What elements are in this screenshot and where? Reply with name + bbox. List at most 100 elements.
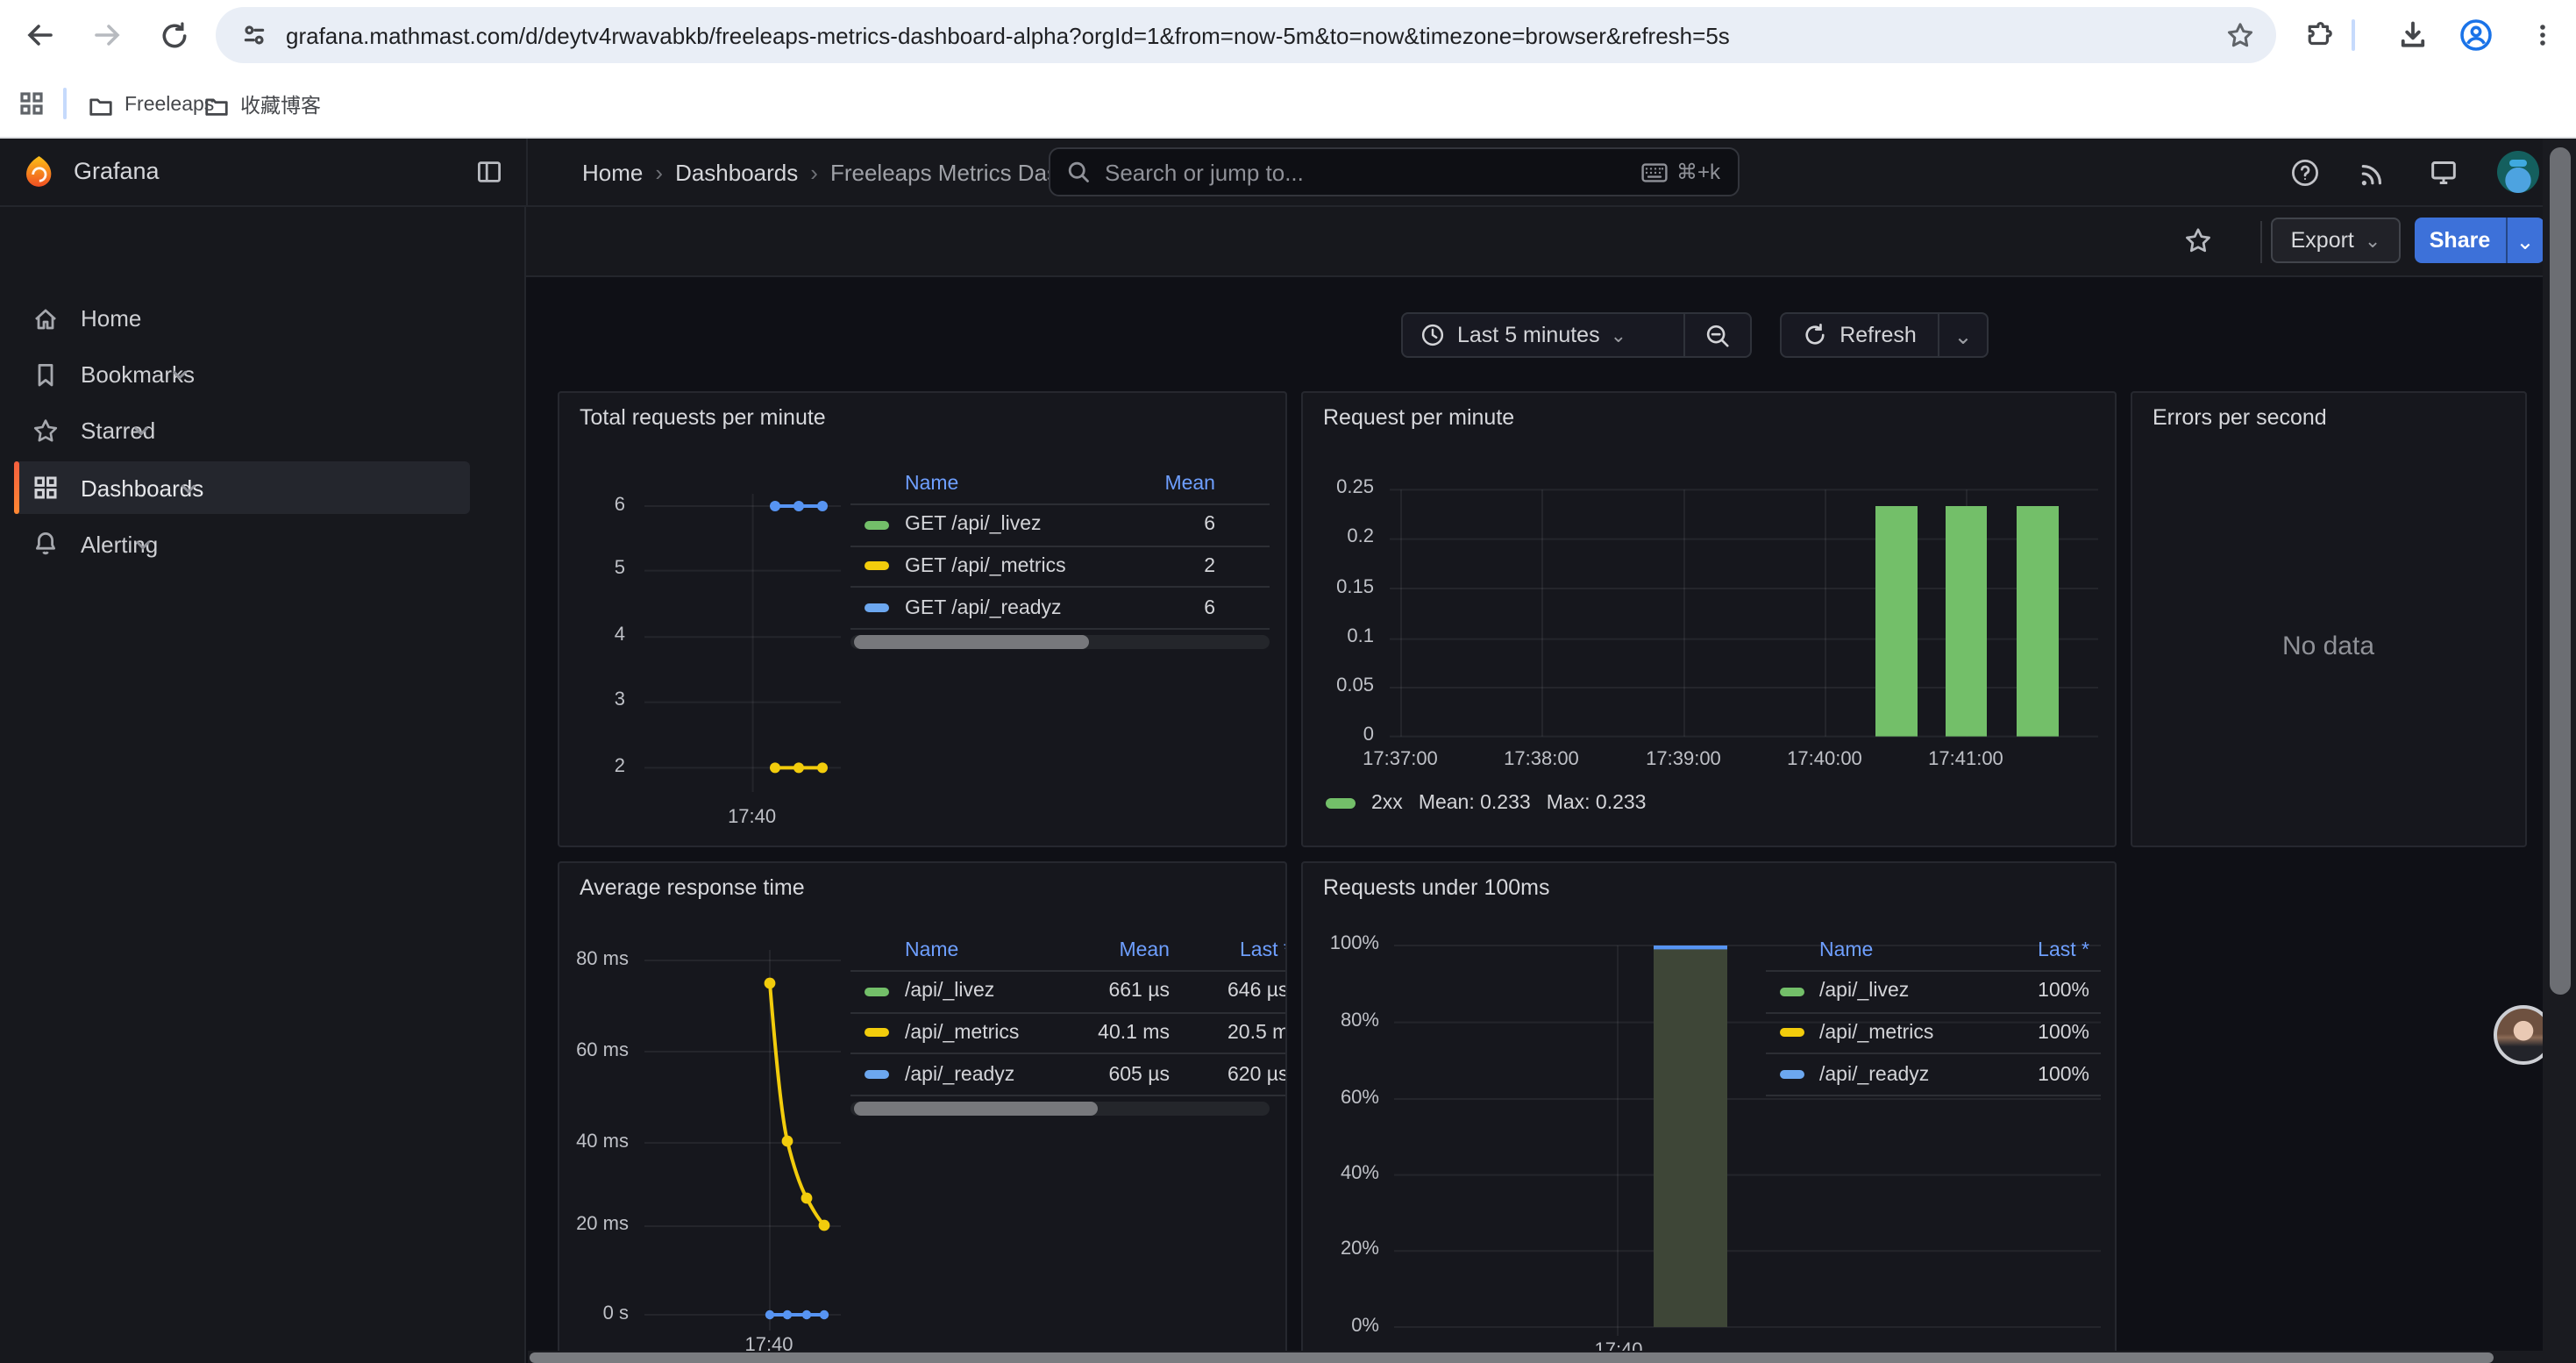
url-bar[interactable]: grafana.mathmast.com/d/deytv4rwavabkb/fr… bbox=[216, 7, 2276, 63]
panel-title[interactable]: Errors per second bbox=[2153, 404, 2327, 429]
refresh-button[interactable]: Refresh bbox=[1780, 312, 1939, 358]
refresh-icon bbox=[1803, 323, 1827, 347]
chevron-down-icon: ⌄ bbox=[1611, 324, 1626, 346]
favorite-star-icon[interactable] bbox=[2183, 225, 2213, 255]
sidebar-item-home[interactable]: Home bbox=[0, 292, 526, 345]
chevron-down-icon[interactable] bbox=[131, 421, 150, 440]
folder-icon bbox=[203, 92, 230, 118]
legend-table: Name Mean Last * /api/_livez 661 µs 646 … bbox=[850, 931, 1286, 1116]
sidebar-item-alerting[interactable]: Alerting bbox=[0, 517, 526, 570]
legend-header: Name Mean Last * bbox=[850, 931, 1286, 972]
y-tick: 0.1 bbox=[1302, 627, 1374, 648]
active-item-accent-bar bbox=[14, 461, 19, 514]
collapse-panel-icon[interactable] bbox=[475, 158, 503, 186]
rss-icon[interactable] bbox=[2359, 158, 2388, 188]
legend-scrollbar[interactable] bbox=[850, 635, 1270, 649]
bell-icon bbox=[32, 530, 60, 558]
grafana-app: Grafana Home › Dashboards › Freeleaps Me… bbox=[0, 139, 2576, 1363]
legend-max: Max: 0.233 bbox=[1547, 792, 1647, 813]
legend-col-mean[interactable]: Mean bbox=[1119, 940, 1170, 961]
legend-row[interactable]: /api/_metrics 100% bbox=[1766, 1013, 2100, 1054]
legend-series-name[interactable]: 2xx bbox=[1371, 792, 1403, 813]
time-range-picker[interactable]: Last 5 minutes ⌄ bbox=[1401, 312, 1685, 358]
y-tick: 0 bbox=[1302, 724, 1374, 746]
sidebar-item-dashboards[interactable]: Dashboards bbox=[0, 461, 526, 514]
profile-icon[interactable] bbox=[2459, 18, 2494, 53]
tune-icon[interactable] bbox=[240, 21, 268, 49]
legend-col-mean[interactable]: Mean bbox=[1164, 474, 1215, 495]
series-color-pill bbox=[1780, 1029, 1804, 1038]
bookmark-folder-blogs[interactable]: 收藏博客 bbox=[193, 86, 331, 125]
panel-total-requests: Total requests per minute 6 5 4 3 2 17:4… bbox=[557, 390, 1286, 846]
chevron-down-icon[interactable] bbox=[133, 534, 153, 553]
x-tick: 17:39:00 bbox=[1631, 749, 1736, 770]
legend-col-name[interactable]: Name bbox=[905, 474, 958, 495]
share-button[interactable]: Share bbox=[2415, 218, 2505, 263]
series-color-pill bbox=[865, 562, 889, 571]
legend-scrollbar[interactable] bbox=[850, 1102, 1270, 1116]
y-tick: 0.2 bbox=[1302, 527, 1374, 548]
apps-grid-icon[interactable] bbox=[14, 86, 49, 121]
breadcrumb-dashboards[interactable]: Dashboards bbox=[675, 159, 798, 185]
legend-row[interactable]: GET /api/_metrics 2 bbox=[850, 546, 1270, 588]
chevron-down-icon[interactable] bbox=[179, 478, 198, 497]
legend-row[interactable]: /api/_livez 661 µs 646 µs bbox=[850, 972, 1286, 1013]
legend-row[interactable]: /api/_livez 100% bbox=[1766, 972, 2100, 1013]
legend-row[interactable]: GET /api/_livez 6 bbox=[850, 505, 1270, 546]
extensions-icon[interactable] bbox=[2302, 18, 2338, 53]
export-button[interactable]: Export ⌄ bbox=[2271, 218, 2401, 263]
horizontal-scrollbar-thumb[interactable] bbox=[530, 1352, 2494, 1362]
legend-row[interactable]: /api/_readyz 100% bbox=[1766, 1055, 2100, 1096]
kebab-menu-icon[interactable] bbox=[2525, 18, 2560, 53]
y-tick: 0% bbox=[1302, 1315, 1379, 1336]
reload-icon[interactable] bbox=[156, 18, 191, 53]
x-tick: 17:40 bbox=[708, 806, 796, 827]
legend-row[interactable]: GET /api/_readyz 6 bbox=[850, 589, 1270, 630]
x-tick: 17:40:00 bbox=[1772, 749, 1877, 770]
vertical-scrollbar-thumb[interactable] bbox=[2549, 147, 2570, 995]
refresh-interval-dropdown[interactable]: ⌄ bbox=[1939, 312, 1989, 358]
chevron-down-icon[interactable] bbox=[170, 365, 189, 384]
keyboard-icon bbox=[1641, 162, 1668, 182]
share-button-group: Share ⌄ bbox=[2415, 218, 2544, 263]
time-range-group: Last 5 minutes ⌄ bbox=[1401, 312, 1752, 358]
chevron-down-icon: ⌄ bbox=[2365, 229, 2380, 252]
monitor-icon[interactable] bbox=[2429, 158, 2459, 188]
help-icon[interactable] bbox=[2290, 158, 2320, 188]
home-icon bbox=[32, 304, 60, 332]
search-icon bbox=[1066, 160, 1091, 184]
sidebar-item-bookmarks[interactable]: Bookmarks bbox=[0, 348, 526, 401]
bookmarks-bar: Freeleaps 收藏博客 bbox=[0, 70, 2576, 139]
y-tick: 0.05 bbox=[1302, 675, 1374, 696]
y-tick: 5 bbox=[559, 559, 625, 580]
zoom-out-button[interactable] bbox=[1685, 312, 1752, 358]
share-dropdown-button[interactable]: ⌄ bbox=[2505, 218, 2544, 263]
y-tick: 80 ms bbox=[559, 948, 629, 969]
legend-col-name[interactable]: Name bbox=[1819, 940, 1873, 961]
toolbar-divider bbox=[2352, 19, 2355, 51]
app-header: Grafana Home › Dashboards › Freeleaps Me… bbox=[0, 139, 2576, 206]
refresh-label: Refresh bbox=[1839, 323, 1917, 347]
breadcrumb-home[interactable]: Home bbox=[582, 159, 643, 185]
search-placeholder: Search or jump to... bbox=[1105, 159, 1304, 185]
legend-table: Name Last * /api/_livez 100% /api/_metri… bbox=[1766, 931, 2100, 1096]
download-icon[interactable] bbox=[2395, 18, 2430, 53]
legend-col-last[interactable]: Last * bbox=[1240, 940, 1286, 961]
bookmarks-divider bbox=[63, 88, 67, 119]
y-tick: 4 bbox=[559, 624, 625, 646]
no-data-message: No data bbox=[2131, 631, 2525, 660]
brand-title[interactable]: Grafana bbox=[74, 158, 160, 184]
bookmark-star-icon[interactable] bbox=[2225, 20, 2255, 50]
legend-col-last[interactable]: Last * bbox=[2038, 940, 2089, 961]
forward-icon[interactable] bbox=[89, 18, 125, 53]
user-avatar[interactable] bbox=[2497, 151, 2539, 193]
panel-avg-response-time: Average response time 80 ms 60 ms 40 ms … bbox=[557, 860, 1286, 1363]
grafana-logo[interactable] bbox=[21, 154, 56, 189]
legend-row[interactable]: /api/_readyz 605 µs 620 µs bbox=[850, 1055, 1286, 1096]
legend-col-name[interactable]: Name bbox=[905, 940, 958, 961]
legend-row[interactable]: /api/_metrics 40.1 ms 20.5 ms bbox=[850, 1013, 1286, 1054]
back-icon[interactable] bbox=[23, 18, 58, 53]
sidebar-item-starred[interactable]: Starred bbox=[0, 404, 526, 457]
sidebar-nav: Home Bookmarks Starred bbox=[0, 206, 526, 1363]
search-input[interactable]: Search or jump to... ⌘+k bbox=[1049, 147, 1740, 196]
